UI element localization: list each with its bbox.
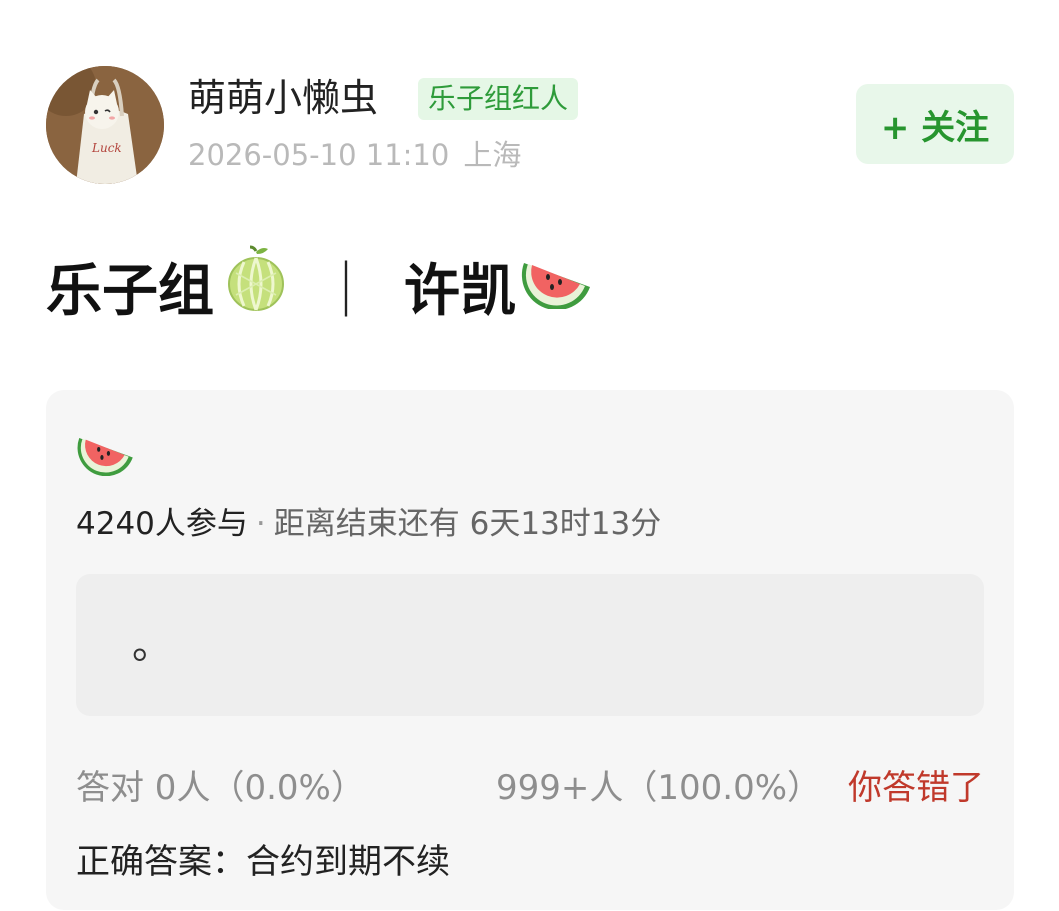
time-remaining: 距离结束还有 6天13时13分 — [273, 506, 662, 542]
title-part-2: 许凯 — [404, 258, 516, 324]
quiz-stats: 4240人参与 · 距离结束还有 6天13时13分 — [76, 504, 661, 544]
author-name[interactable]: 萌萌小懒虫 — [188, 74, 378, 122]
option-label: 。 — [132, 622, 172, 668]
melon-icon — [224, 245, 288, 327]
title-part-1: 乐子组 — [46, 258, 214, 324]
participant-count: 4240人参与 — [76, 506, 248, 542]
correct-answer: 正确答案：合约到期不续 — [76, 838, 450, 886]
author-badge: 乐子组红人 — [418, 78, 579, 120]
result-message: 你答错了 — [848, 768, 984, 808]
post-location: 上海 — [463, 138, 522, 172]
avatar-luck-text: Luck — [91, 141, 122, 155]
post-meta: 2026-05-10 11:10 上海 — [188, 136, 521, 174]
post-title: 乐子组 ｜ 许凯 — [46, 245, 594, 327]
answer-label: 正确答案： — [76, 842, 246, 882]
quiz-results: 答对 0人（0.0%） 999+人（100.0%） 你答错了 — [76, 764, 984, 812]
correct-stat: 答对 0人（0.0%） — [76, 768, 365, 808]
follow-button[interactable]: + 关注 — [856, 84, 1014, 164]
cat-avatar-icon: Luck — [46, 66, 164, 184]
quiz-option[interactable]: 。 — [76, 574, 984, 716]
answer-value: 合约到期不续 — [246, 842, 450, 882]
watermelon-icon — [76, 426, 136, 480]
wrong-stat: 999+人（100.0%） — [496, 768, 822, 808]
post-date: 2026-05-10 11:10 — [188, 138, 450, 172]
quiz-card: 4240人参与 · 距离结束还有 6天13时13分 。 答对 0人（0.0%） 99… — [46, 390, 1014, 910]
author-avatar[interactable]: Luck — [46, 66, 164, 184]
watermelon-icon — [520, 249, 594, 323]
stats-separator: · — [255, 506, 266, 542]
title-separator: ｜ — [318, 258, 374, 324]
